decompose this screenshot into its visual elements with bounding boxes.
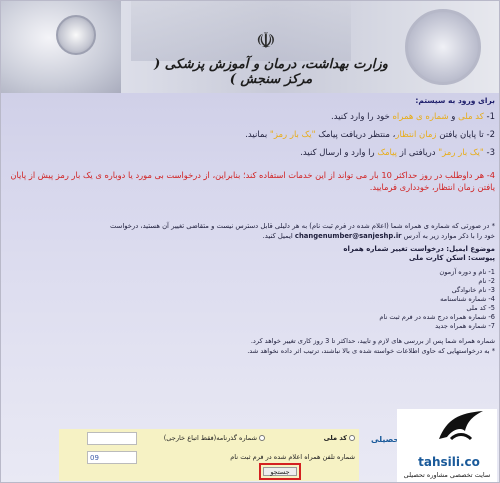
closing-line: شماره همراه شما پس از بررسی های لازم و ت… bbox=[250, 337, 495, 345]
banner-doctors-image bbox=[131, 1, 351, 61]
step-text: را وارد و ارسال کنید. bbox=[300, 148, 378, 158]
closing-notes: شماره همراه شما پس از بررسی های لازم و ت… bbox=[5, 337, 495, 356]
instructions: برای ورود به سیستم: 1- کد ملی و شماره ی … bbox=[5, 96, 495, 356]
note-line: خود را با ذکر موارد زیر به آدرس changenu… bbox=[5, 231, 495, 241]
login-heading: برای ورود به سیستم: bbox=[415, 96, 495, 105]
watermark-brand: tahsili.co bbox=[418, 455, 480, 469]
phone-input[interactable] bbox=[87, 451, 137, 464]
list-item: 5- کد ملی bbox=[466, 304, 495, 312]
note-line: * در صورتی که شماره ی همراه شما (اعلام ش… bbox=[109, 222, 495, 230]
list-item: 3- نام خانوادگی bbox=[451, 286, 495, 294]
national-code-option[interactable]: کد ملی bbox=[324, 434, 355, 442]
surgical-lamp-icon bbox=[405, 9, 481, 85]
stethoscope-icon bbox=[56, 15, 96, 55]
iran-emblem-icon: ☫ bbox=[256, 29, 276, 54]
header-banner: ☫ وزارت بهداشت، درمان و آموزش پزشکی ( مر… bbox=[1, 1, 499, 93]
step-text: خود را وارد کنید. bbox=[331, 112, 393, 122]
watermark-tagline: سایت تخصصی مشاوره تحصیلی bbox=[403, 471, 491, 479]
option-label: کد ملی bbox=[323, 434, 347, 442]
phone-row: شماره تلفن همراه اعلام شده در فرم ثبت نا… bbox=[139, 453, 355, 461]
list-item: 6- شماره همراه درج شده در فرم ثبت نام bbox=[379, 313, 495, 321]
steps-list: 1- کد ملی و شماره ی همراه خود را وارد کن… bbox=[5, 111, 495, 193]
email-attachment: پیوست: اسکن کارت ملی bbox=[409, 254, 495, 262]
list-item: 1- نام و دوره آزمون bbox=[439, 268, 495, 276]
radio-icon[interactable] bbox=[349, 435, 355, 441]
radio-icon[interactable] bbox=[259, 435, 265, 441]
step-number: 3- bbox=[486, 148, 496, 158]
step-highlight: پیامک bbox=[377, 148, 398, 158]
usage-warning: 4- هر داوطلب در روز حداکثر 10 بار می توا… bbox=[10, 170, 495, 192]
note-text: ایمیل کنید. bbox=[262, 232, 293, 240]
phone-label: شماره تلفن همراه اعلام شده در فرم ثبت نا… bbox=[230, 453, 355, 461]
email-subject: موضوع ایمیل: درخواست تغییر شماره همراه bbox=[343, 245, 495, 253]
step-highlight: "یک بار رمز" bbox=[438, 148, 484, 158]
search-button[interactable]: جستجو bbox=[263, 467, 297, 476]
page-frame: ☫ وزارت بهداشت، درمان و آموزش پزشکی ( مر… bbox=[0, 0, 500, 483]
list-item: 2- نام bbox=[478, 277, 495, 285]
eagle-icon bbox=[439, 411, 483, 441]
step-number: 1- bbox=[486, 112, 496, 122]
step-1: 1- کد ملی و شماره ی همراه خود را وارد کن… bbox=[5, 111, 495, 123]
option-label: شماره گذرنامه(فقط اتباع خارجی) bbox=[163, 434, 257, 442]
step-highlight: شماره ی همراه bbox=[392, 112, 449, 122]
closing-line: * به درخواستهایی که حاوی اطلاعات خواسته … bbox=[247, 346, 495, 355]
search-form: کد ملی شماره گذرنامه(فقط اتباع خارجی) شم… bbox=[59, 429, 359, 481]
id-number-input[interactable] bbox=[87, 432, 137, 445]
step-text: ، منتظر دریافت پیامک bbox=[315, 130, 396, 140]
step-highlight: زمان انتظار bbox=[395, 130, 437, 140]
step-number: 2- bbox=[486, 130, 496, 140]
step-text: دریافتی از bbox=[397, 148, 439, 158]
list-item: 4- شماره شناسنامه bbox=[440, 295, 495, 303]
phone-change-note: * در صورتی که شماره ی همراه شما (اعلام ش… bbox=[5, 221, 495, 241]
email-link[interactable]: changenumber@sanjeshp.ir bbox=[295, 232, 402, 240]
search-button-highlight: جستجو bbox=[259, 463, 301, 480]
step-text: تا پایان یافتن bbox=[436, 130, 484, 140]
list-item: 7- شماره همراه جدید bbox=[435, 322, 495, 330]
step-highlight: "یک بار رمز" bbox=[269, 130, 316, 140]
passport-option[interactable]: شماره گذرنامه(فقط اتباع خارجی) bbox=[164, 434, 265, 442]
note-text: خود را با ذکر موارد زیر به آدرس bbox=[403, 232, 495, 240]
required-items-list: 1- نام و دوره آزمون 2- نام 3- نام خانواد… bbox=[5, 268, 495, 331]
step-text: بمانید. bbox=[245, 130, 270, 140]
step-3: 3- "یک بار رمز" دریافتی از پیامک را وارد… bbox=[5, 147, 495, 159]
watermark-logo: tahsili.co سایت تخصصی مشاوره تحصیلی bbox=[397, 409, 497, 482]
step-2: 2- تا پایان یافتن زمان انتظار، منتظر دری… bbox=[5, 129, 495, 141]
id-type-row: کد ملی شماره گذرنامه(فقط اتباع خارجی) bbox=[139, 434, 355, 444]
step-text: و bbox=[448, 112, 459, 122]
step-highlight: کد ملی bbox=[458, 112, 484, 122]
banner-title: وزارت بهداشت، درمان و آموزش پزشکی ( مرکز… bbox=[154, 57, 388, 87]
